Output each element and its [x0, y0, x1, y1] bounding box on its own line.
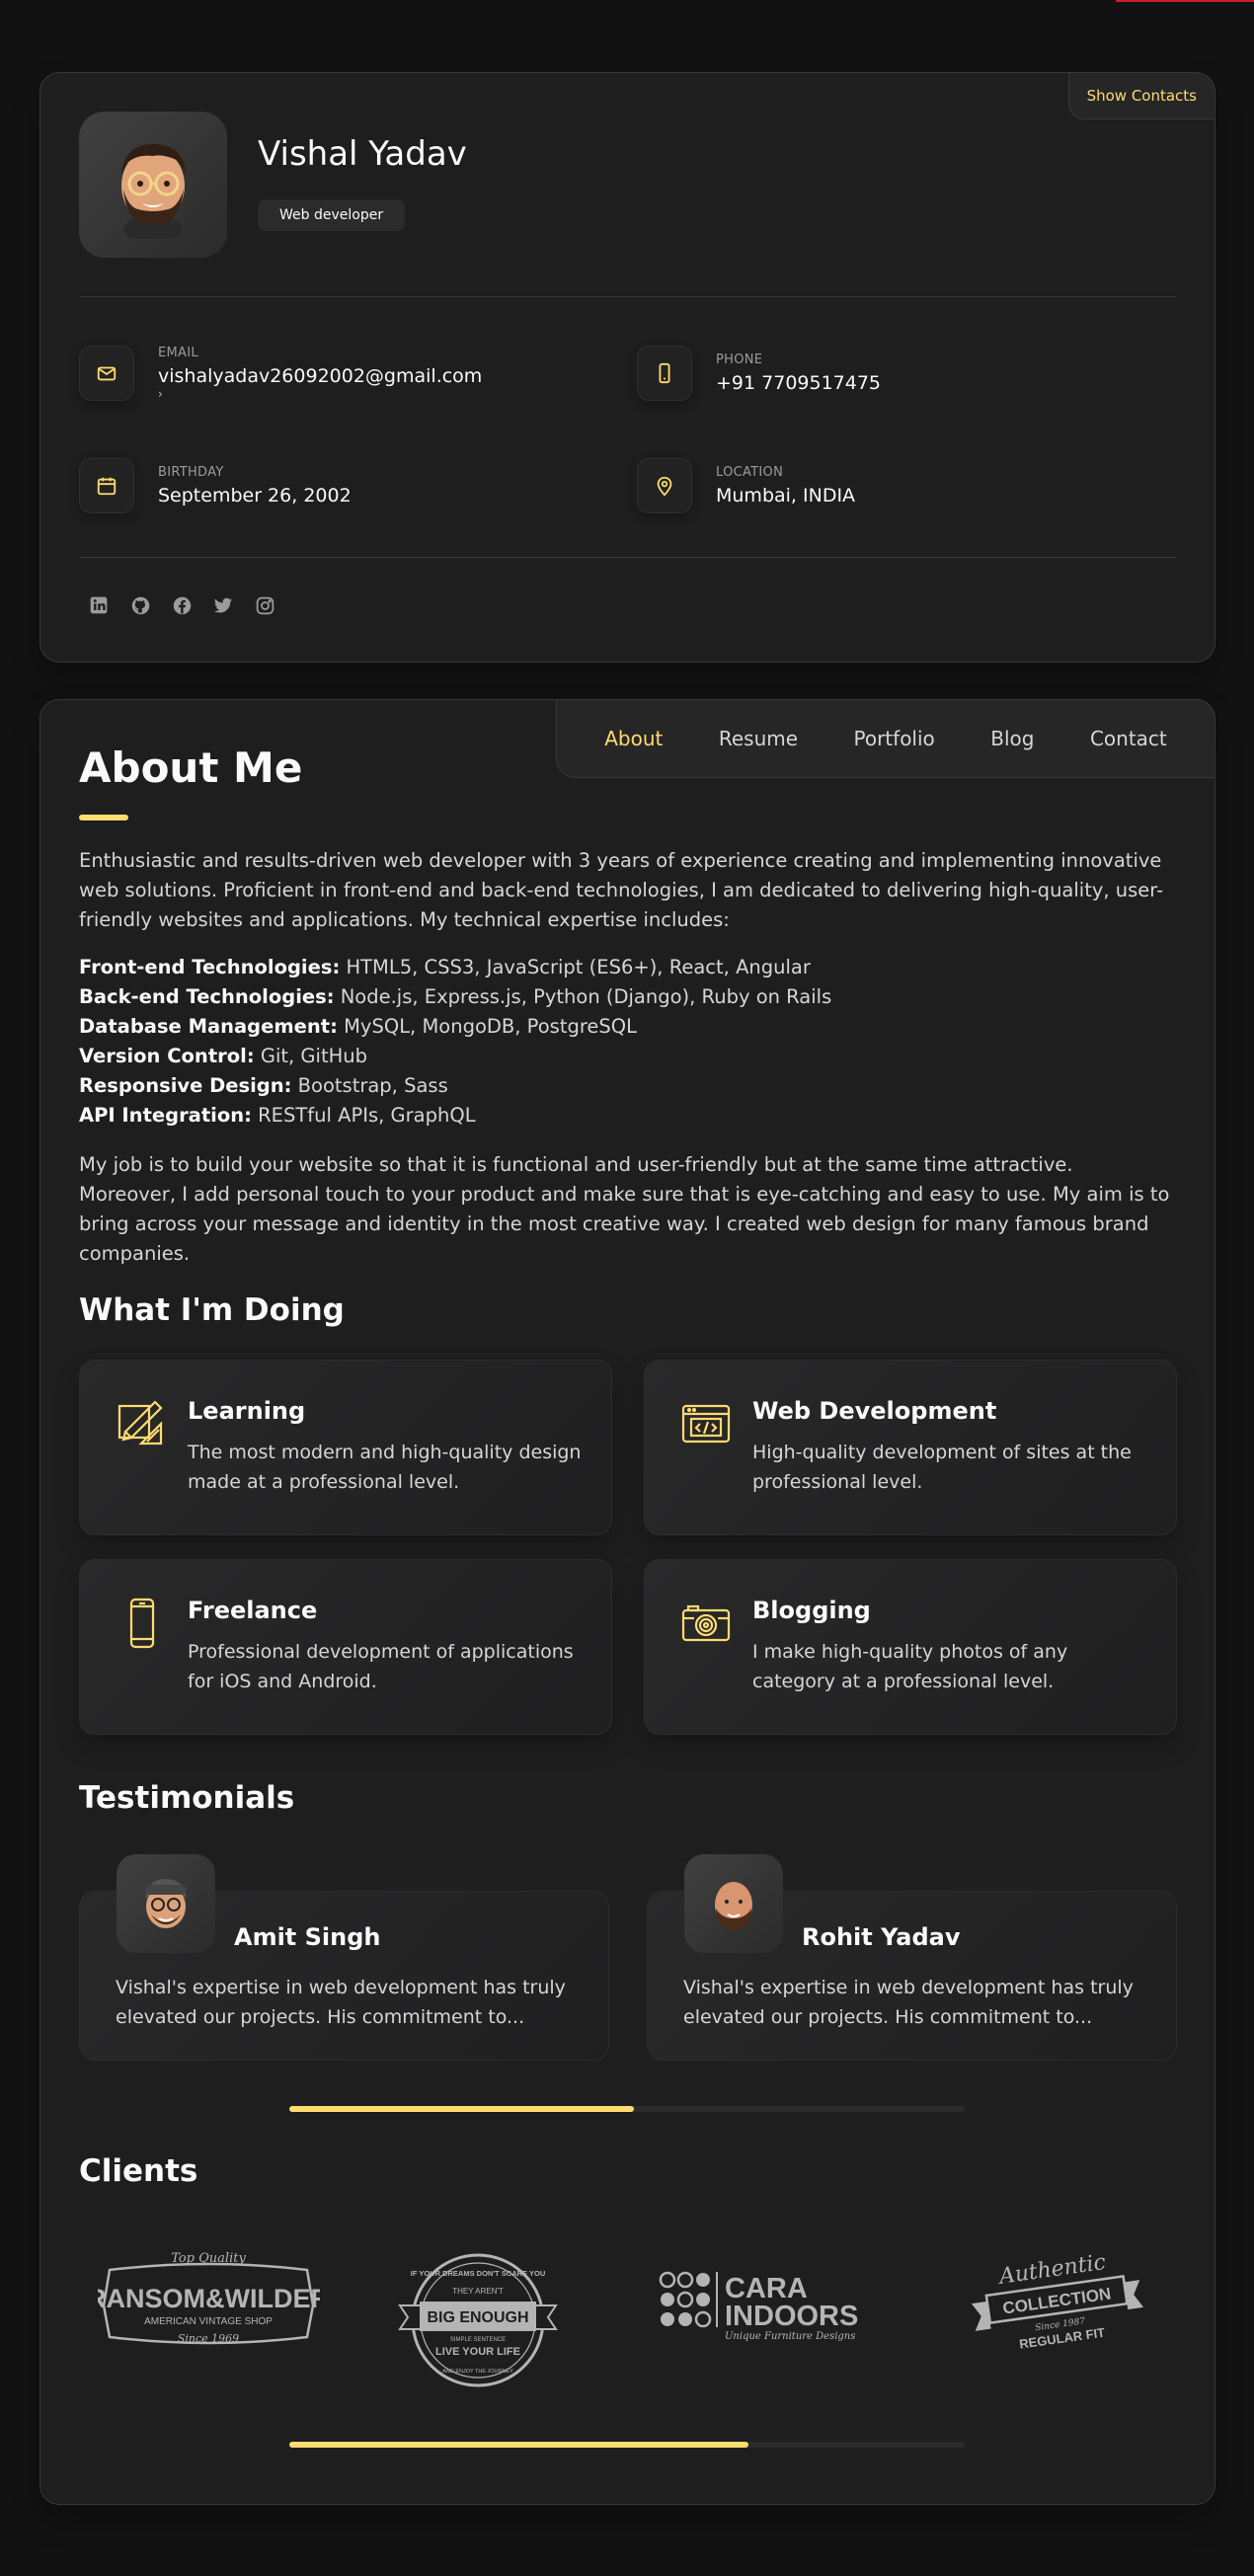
phone-label: PHONE [716, 352, 763, 367]
scrollbar-thumb[interactable] [289, 2442, 749, 2448]
service-desc: High-quality development of sites at the… [752, 1442, 1132, 1493]
nav-link-contact[interactable]: Contact [1090, 727, 1167, 750]
service-card-learning: Learning The most modern and high-qualit… [79, 1360, 612, 1535]
testimonial-name: Amit Singh [234, 1923, 381, 1951]
twitter-icon[interactable] [212, 594, 234, 616]
skill-item: Version Control: Git, GitHub [79, 1045, 367, 1067]
testimonial-text: Vishal's expertise in web development ha… [116, 1977, 566, 2028]
avatar [79, 112, 227, 258]
service-card-web-development: Web Development High-quality development… [644, 1360, 1177, 1535]
chevron-right-icon: › [158, 387, 163, 401]
camera-icon [680, 1598, 732, 1649]
nav-link-portfolio[interactable]: Portfolio [854, 727, 935, 750]
logo-text: THEY AREN'T [452, 2287, 504, 2296]
location-pin-icon [637, 458, 692, 513]
testimonials-scrollbar[interactable] [289, 2106, 965, 2112]
contact-birthday: BIRTHDAY September 26, 2002 [79, 458, 352, 513]
github-icon[interactable] [129, 594, 151, 616]
testimonials-heading: Testimonials [79, 1780, 295, 1816]
clients-scrollbar[interactable] [289, 2442, 965, 2448]
logo-text: Since 1969 [177, 2332, 238, 2345]
linkedin-icon[interactable] [88, 594, 110, 616]
logo-text: AMERICAN VINTAGE SHOP [144, 2316, 273, 2327]
mail-icon [79, 346, 134, 401]
client-logo-ransom-wilder[interactable]: Top Quality RANSOM&WILDER AMERICAN VINTA… [95, 2246, 322, 2355]
birthday-label: BIRTHDAY [158, 465, 224, 480]
logo-text: AND ENJOY THE JOURNEY [442, 2369, 513, 2375]
profile-name: Vishal Yadav [258, 134, 467, 174]
scrollbar-thumb[interactable] [289, 2106, 634, 2112]
client-logo-cara-indoors[interactable]: CARA INDOORS Unique Furniture Designs [653, 2246, 890, 2355]
top-accent-bar [1116, 0, 1254, 2]
testimonial-avatar [684, 1854, 783, 1953]
about-intro: Enthusiastic and results-driven web deve… [79, 849, 1164, 931]
location-label: LOCATION [716, 465, 784, 480]
phone-link[interactable]: +91 7709517475 [716, 372, 881, 394]
logo-text: BIG ENOUGH [427, 2309, 528, 2326]
logo-text: SIMPLE SENTENCE [449, 2337, 505, 2343]
skills-list: Front-end Technologies: HTML5, CSS3, Jav… [79, 953, 831, 1131]
nav-link-resume[interactable]: Resume [719, 727, 798, 750]
profile-card: Show Contacts Vishal Yadav Web developer… [39, 72, 1215, 663]
service-card-blogging: Blogging I make high-quality photos of a… [644, 1559, 1177, 1735]
memoji-avatar-icon [145, 1879, 187, 1928]
social-links [88, 594, 275, 616]
service-desc: I make high-quality photos of any catego… [752, 1641, 1068, 1692]
main-content-card: About Resume Portfolio Blog Contact Abou… [39, 699, 1215, 2505]
testimonial-text: Vishal's expertise in web development ha… [683, 1977, 1134, 2028]
clients-heading: Clients [79, 2153, 198, 2189]
contact-email: EMAIL vishalyadav26092002@gmail.com › [79, 346, 482, 401]
nav-link-blog[interactable]: Blog [990, 727, 1034, 750]
skill-item: API Integration: RESTful APIs, GraphQL [79, 1104, 476, 1127]
contact-location: LOCATION Mumbai, INDIA [637, 458, 855, 513]
logo-text: INDOORS [725, 2301, 858, 2332]
about-heading: About Me [79, 743, 303, 792]
navbar: About Resume Portfolio Blog Contact [556, 699, 1215, 778]
client-logo-big-enough[interactable]: IF YOUR DREAMS DON'T SCARE YOU THEY AREN… [389, 2246, 567, 2394]
code-window-icon [680, 1398, 732, 1449]
email-link[interactable]: vishalyadav26092002@gmail.com [158, 365, 482, 387]
skill-item: Responsive Design: Bootstrap, Sass [79, 1074, 448, 1097]
service-title: Blogging [752, 1597, 871, 1624]
service-card-freelance: Freelance Professional development of ap… [79, 1559, 612, 1735]
logo-text: LIVE YOUR LIFE [435, 2346, 520, 2358]
facebook-icon[interactable] [171, 594, 193, 616]
memoji-avatar-icon [715, 1882, 752, 1930]
service-desc: The most modern and high-quality design … [188, 1442, 582, 1493]
email-label: EMAIL [158, 346, 198, 360]
skill-item: Back-end Technologies: Node.js, Express.… [79, 985, 832, 1008]
skill-item: Front-end Technologies: HTML5, CSS3, Jav… [79, 956, 811, 978]
service-desc: Professional development of applications… [188, 1641, 574, 1692]
logo-text: Unique Furniture Designs [725, 2331, 855, 2342]
logo-text: RANSOM&WILDER [98, 2284, 320, 2313]
skill-item: Database Management: MySQL, MongoDB, Pos… [79, 1015, 638, 1038]
heading-underline [79, 815, 128, 820]
testimonial-avatar [117, 1854, 215, 1953]
divider [79, 557, 1176, 558]
phone-icon [637, 346, 692, 401]
instagram-icon[interactable] [254, 594, 275, 616]
smartphone-icon [116, 1598, 167, 1649]
testimonial-name: Rohit Yadav [802, 1923, 961, 1951]
about-closing: My job is to build your website so that … [79, 1153, 1170, 1265]
design-icon [116, 1398, 167, 1449]
location-value: Mumbai, INDIA [716, 485, 856, 507]
services-heading: What I'm Doing [79, 1292, 345, 1328]
contact-phone: PHONE +91 7709517475 [637, 346, 881, 401]
client-logo-authentic-collection[interactable]: Authentic COLLECTION Since 1987 REGULAR … [949, 2246, 1166, 2365]
logo-text: IF YOUR DREAMS DON'T SCARE YOU [410, 2269, 545, 2278]
profile-title-badge: Web developer [258, 199, 406, 231]
divider [79, 296, 1176, 297]
logo-text: Authentic [996, 2250, 1108, 2290]
calendar-icon [79, 458, 134, 513]
birthday-value: September 26, 2002 [158, 485, 352, 507]
nav-link-about[interactable]: About [604, 727, 663, 750]
memoji-avatar-icon [121, 144, 186, 239]
service-title: Learning [188, 1397, 306, 1425]
service-title: Freelance [188, 1597, 318, 1624]
service-title: Web Development [752, 1397, 997, 1425]
show-contacts-button[interactable]: Show Contacts [1067, 73, 1215, 119]
